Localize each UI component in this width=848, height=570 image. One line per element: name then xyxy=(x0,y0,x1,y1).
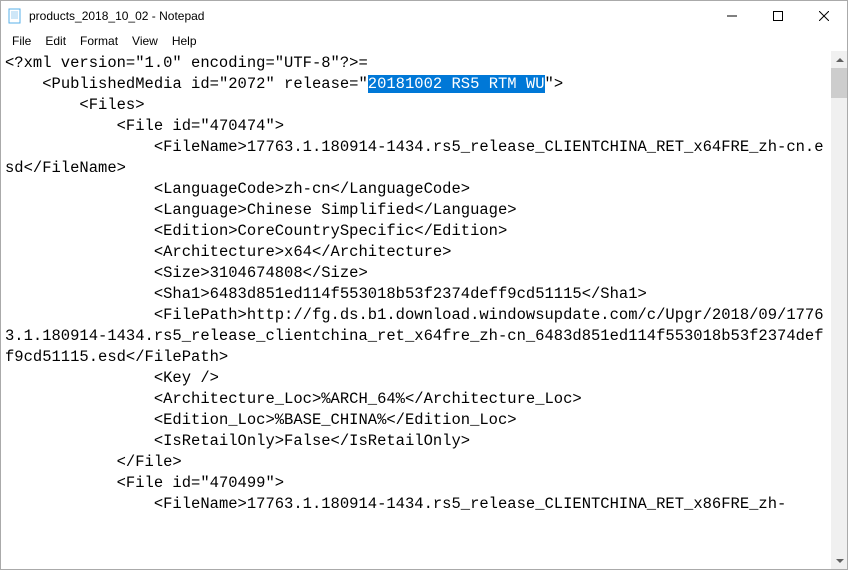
scroll-down-arrow-icon[interactable] xyxy=(831,552,847,569)
text-pre: <?xml version="1.0" encoding="UTF-8"?>= … xyxy=(5,54,368,93)
text-selection: 20181002 RS5 RTM WU xyxy=(368,75,545,93)
minimize-button[interactable] xyxy=(709,1,755,31)
text-post: "> <Files> <File id="470474"> <FileName>… xyxy=(5,75,824,513)
text-editor[interactable]: <?xml version="1.0" encoding="UTF-8"?>= … xyxy=(1,51,830,569)
window-title: products_2018_10_02 - Notepad xyxy=(29,9,709,23)
menu-file[interactable]: File xyxy=(5,32,38,50)
menu-format[interactable]: Format xyxy=(73,32,125,50)
menu-edit[interactable]: Edit xyxy=(38,32,73,50)
menu-view[interactable]: View xyxy=(125,32,165,50)
window-controls xyxy=(709,1,847,31)
notepad-icon xyxy=(7,8,23,24)
titlebar: products_2018_10_02 - Notepad xyxy=(1,1,847,31)
vertical-scrollbar[interactable] xyxy=(830,51,847,569)
maximize-button[interactable] xyxy=(755,1,801,31)
menu-help[interactable]: Help xyxy=(165,32,204,50)
content-area: <?xml version="1.0" encoding="UTF-8"?>= … xyxy=(1,51,847,569)
close-button[interactable] xyxy=(801,1,847,31)
scroll-thumb[interactable] xyxy=(831,68,847,98)
scroll-up-arrow-icon[interactable] xyxy=(831,51,847,68)
menubar: File Edit Format View Help xyxy=(1,31,847,51)
